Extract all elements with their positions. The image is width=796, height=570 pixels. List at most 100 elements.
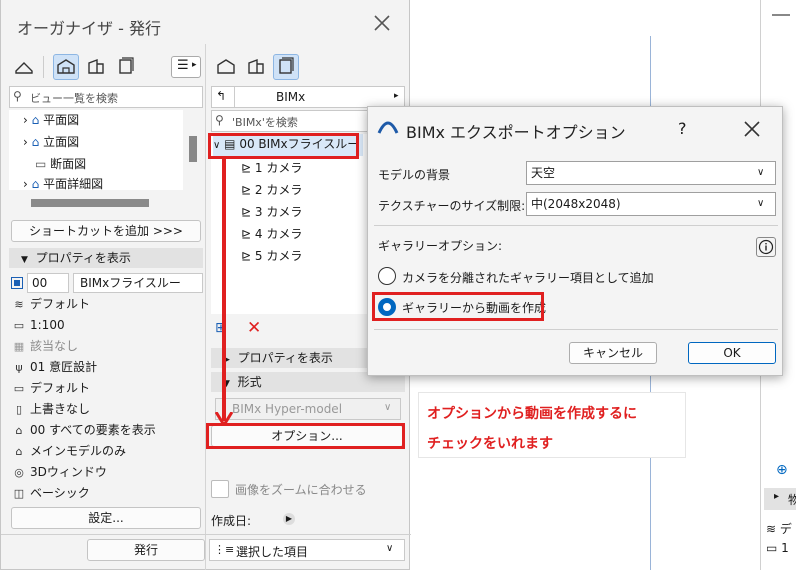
bimx-folder-selector[interactable]: ↰ BIMx ▸: [211, 86, 405, 108]
camera-icon: ⊵: [241, 161, 252, 175]
renovation-icon: ⌂: [15, 424, 23, 437]
format-select[interactable]: BIMx Hyper-model ∨: [215, 398, 401, 420]
ruler-icon: ▭: [13, 319, 25, 332]
delete-icon[interactable]: ✕: [247, 318, 261, 338]
publish-scope-select[interactable]: ⋮≡ 選択した項目 ∨: [209, 539, 405, 561]
highlight-options-button: [206, 423, 405, 449]
hatch-icon: ▦: [13, 340, 25, 353]
background-dash: [772, 14, 790, 16]
camera-icon: ⊵: [241, 205, 252, 219]
fit-zoom-label: 画像をズームに合わせる: [235, 483, 367, 497]
settings-button[interactable]: 設定...: [11, 507, 201, 529]
background-add-icon[interactable]: ⊕: [776, 462, 788, 478]
camera-icon: ◎: [14, 466, 24, 479]
background-header: ▸ 物: [764, 488, 796, 510]
close-icon[interactable]: [371, 12, 393, 34]
tree-item-camera-4[interactable]: ⊵ 4 カメラ: [241, 224, 302, 244]
layers-icon: ≋: [14, 298, 24, 311]
tree-item-camera-3[interactable]: ⊵ 3 カメラ: [241, 202, 302, 222]
cancel-button[interactable]: キャンセル: [569, 342, 657, 364]
override-icon: ▯: [15, 403, 23, 416]
info-icon[interactable]: [756, 237, 776, 257]
prop-3d-window[interactable]: ◎ 3Dウィンドウ: [11, 462, 107, 482]
pane-divider: [205, 44, 206, 570]
toolbar-separator: [43, 56, 44, 78]
tree-item-camera-1[interactable]: ⊵ 1 カメラ: [241, 158, 302, 178]
prop-renovation[interactable]: ⌂ 00 すべての要素を表示: [11, 420, 156, 440]
prop-name-field[interactable]: BIMxフライスルー: [73, 273, 203, 293]
chevron-down-icon: ∨: [384, 402, 392, 413]
view-type-icon: [11, 277, 23, 289]
search-icon: ⚲: [215, 113, 224, 127]
up-arrow-icon[interactable]: ↰: [216, 89, 226, 103]
fit-zoom-checkbox[interactable]: [211, 480, 229, 498]
view-search-input[interactable]: ⚲ ビュー一覧を検索: [9, 86, 203, 108]
bimx-search-placeholder: 'BIMx'を検索: [232, 116, 298, 129]
model-bg-select[interactable]: 天空 ∨: [526, 161, 776, 185]
help-button[interactable]: ?: [678, 119, 687, 138]
show-properties-header[interactable]: ▼ プロパティを表示: [9, 248, 203, 268]
tree-item-camera-2[interactable]: ⊵ 2 カメラ: [241, 180, 302, 200]
prop-scale[interactable]: ▭ 1:100: [11, 315, 65, 335]
highlight-set-item: [208, 133, 359, 159]
dialog-title: BIMx エクスポートオプション: [406, 123, 626, 142]
list-icon: ⋮≡: [214, 543, 235, 556]
prop-na: ▦ 該当なし: [11, 336, 78, 356]
tree-item-section[interactable]: ▭ 断面図: [35, 154, 86, 174]
annotation-line-1: オプションから動画を作成するに: [427, 406, 637, 422]
add-shortcut-button[interactable]: ショートカットを追加 >>>: [11, 220, 201, 242]
tree-item-elevation[interactable]: › ⌂ 立面図: [23, 132, 79, 152]
prop-pen-set[interactable]: ▭ デフォルト: [11, 378, 90, 398]
tree-scrollbar-thumb[interactable]: [189, 136, 197, 162]
ok-button[interactable]: OK: [688, 342, 776, 364]
chevron-right-icon[interactable]: ▶: [283, 513, 295, 525]
cube-icon: ◫: [13, 487, 25, 500]
pen-icon: ▭: [13, 382, 25, 395]
prop-structure-display[interactable]: ≋ デフォルト: [11, 294, 90, 314]
publisher-sets-icon-right[interactable]: [273, 54, 299, 80]
bimx-search-input[interactable]: ⚲ 'BIMx'を検索: [211, 110, 371, 132]
tree-item-detail-plan[interactable]: › ⌂ 平面詳細図: [23, 174, 103, 190]
publish-button[interactable]: 発行: [87, 539, 205, 561]
list-menu-button[interactable]: ☰ ▸: [171, 56, 201, 78]
bimx-export-dialog: BIMx エクスポートオプション ? モデルの背景 天空 ∨ テクスチャーのサイ…: [367, 106, 783, 376]
menu-icon: ☰: [177, 58, 189, 73]
background-header-label: 物: [788, 493, 796, 507]
bimx-folder-label: BIMx: [276, 90, 306, 104]
camera-icon: ⊵: [241, 249, 252, 263]
camera-icon: ⊵: [241, 227, 252, 241]
radio-separate-gallery[interactable]: [378, 267, 396, 285]
organizer-title: オーガナイザ - 発行: [17, 19, 161, 38]
background-row-2: ▭ 1: [766, 541, 789, 555]
prop-id-field[interactable]: 00: [27, 273, 69, 293]
chevron-right-icon: ▸: [394, 91, 399, 101]
view-tree: › ⌂ 平面図 › ⌂ 立面図 ▭ 断面図 › ⌂ 平面詳細図: [9, 110, 183, 190]
annotation-box: オプションから動画を作成するに チェックをいれます: [418, 392, 686, 458]
view-map-icon[interactable]: [53, 54, 79, 80]
chevron-down-icon: ∨: [386, 543, 394, 554]
prop-override[interactable]: ▯ 上書きなし: [11, 399, 90, 419]
publisher-sets-icon[interactable]: [113, 54, 139, 80]
layout-book-icon[interactable]: [83, 54, 109, 80]
prop-model-scope[interactable]: ⌂ メインモデルのみ: [11, 441, 127, 461]
prop-layer-combo[interactable]: ψ 01 意匠設計: [11, 357, 97, 377]
dialog-close-icon[interactable]: [742, 119, 762, 139]
publish-scope-value: 選択した項目: [236, 545, 309, 559]
organizer-window: オーガナイザ - 発行 ☰ ▸ ⚲ ビュー一覧を検索 › ⌂ 平面図 › ⌂ 立…: [0, 0, 411, 570]
bimx-logo-icon: [376, 117, 400, 135]
created-date-label: 作成日:: [211, 514, 252, 528]
texture-select[interactable]: 中(2048x2048) ∨: [526, 192, 776, 216]
project-map-icon-right[interactable]: [213, 54, 239, 80]
tree-item-floorplan[interactable]: › ⌂ 平面図: [23, 110, 79, 130]
tree-hscrollbar-thumb[interactable]: [31, 199, 149, 207]
chevron-down-icon: ∨: [757, 198, 765, 209]
dialog-separator: [374, 225, 778, 226]
chevron-down-icon: ∨: [757, 167, 765, 178]
annotation-arrow-shaft: [222, 159, 226, 421]
highlight-create-video-radio: [372, 292, 544, 321]
project-map-icon[interactable]: [11, 54, 37, 80]
layout-book-icon-right[interactable]: [243, 54, 269, 80]
tree-item-camera-5[interactable]: ⊵ 5 カメラ: [241, 246, 302, 266]
prop-basic[interactable]: ◫ ベーシック: [11, 483, 90, 503]
background-row-1: ≋ デ: [766, 522, 792, 536]
